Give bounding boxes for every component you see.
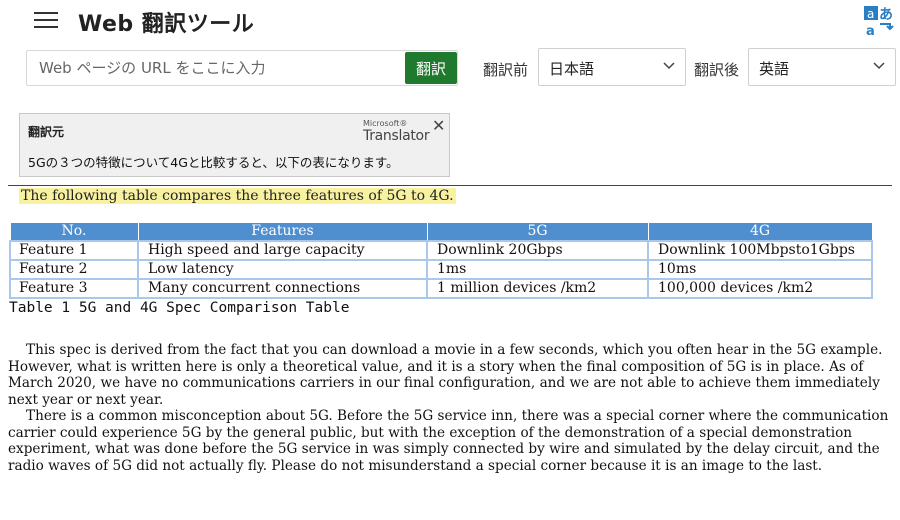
table-cell: Many concurrent connections (137, 278, 428, 299)
target-language-value: 英語 (759, 60, 790, 78)
divider (8, 185, 892, 186)
table-header-cell: No. (9, 222, 139, 242)
highlighted-translation[interactable]: The following table compares the three f… (19, 188, 456, 204)
paragraph: There is a common misconception about 5G… (8, 408, 889, 474)
table-row: Feature 2 Low latency 1ms 10ms (9, 259, 873, 280)
svg-text:あ: あ (879, 7, 893, 23)
source-language-label: 翻訳前 (483, 61, 529, 79)
table-caption: Table 1 5G and 4G Spec Comparison Table (9, 300, 350, 316)
table-header-cell: 4G (647, 222, 873, 242)
spec-table: No. Features 5G 4G Feature 1 High speed … (9, 222, 873, 299)
source-text-popup: 翻訳元 Microsoft® Translator ✕ 5Gの３つの特徴について… (19, 113, 450, 177)
table-cell: 10ms (647, 259, 873, 280)
target-language-select[interactable]: 英語 (748, 48, 896, 86)
source-language-value: 日本語 (549, 60, 595, 78)
translate-button[interactable]: 翻訳 (405, 52, 457, 84)
provider-trademark: Microsoft® (363, 119, 408, 128)
paragraph: This spec is derived from the fact that … (8, 342, 883, 408)
close-icon[interactable]: ✕ (432, 116, 445, 135)
provider-name: Translator (363, 128, 430, 144)
table-cell: Downlink 20Gbps (426, 240, 649, 261)
table-cell: Feature 2 (9, 259, 139, 280)
app-title: Web 翻訳ツール (78, 12, 255, 37)
table-cell: 100,000 devices /km2 (647, 278, 873, 299)
table-cell: Feature 3 (9, 278, 139, 299)
table-cell: 1ms (426, 259, 649, 280)
svg-text:a: a (867, 7, 874, 21)
table-cell: High speed and large capacity (137, 240, 428, 261)
url-input[interactable] (26, 50, 458, 86)
article-body: This spec is derived from the fact that … (8, 342, 896, 474)
table-row: Feature 1 High speed and large capacity … (9, 240, 873, 261)
table-cell: Low latency (137, 259, 428, 280)
table-header-cell: 5G (426, 222, 649, 242)
translator-logo-icon: a あ a (864, 6, 894, 38)
table-cell: Feature 1 (9, 240, 139, 261)
target-language-label: 翻訳後 (694, 61, 740, 79)
table-row: Feature 3 Many concurrent connections 1 … (9, 278, 873, 299)
menu-icon[interactable] (34, 12, 58, 28)
table-cell: 1 million devices /km2 (426, 278, 649, 299)
svg-text:a: a (866, 24, 875, 38)
table-cell: Downlink 100Mbpsto1Gbps (647, 240, 873, 261)
table-header-row: No. Features 5G 4G (9, 222, 873, 242)
chevron-down-icon (873, 62, 885, 70)
chevron-down-icon (663, 62, 675, 70)
source-heading: 翻訳元 (28, 125, 65, 139)
source-language-select[interactable]: 日本語 (538, 48, 686, 86)
table-header-cell: Features (137, 222, 428, 242)
source-text: 5Gの３つの特徴について4Gと比較すると、以下の表になります。 (28, 155, 399, 170)
